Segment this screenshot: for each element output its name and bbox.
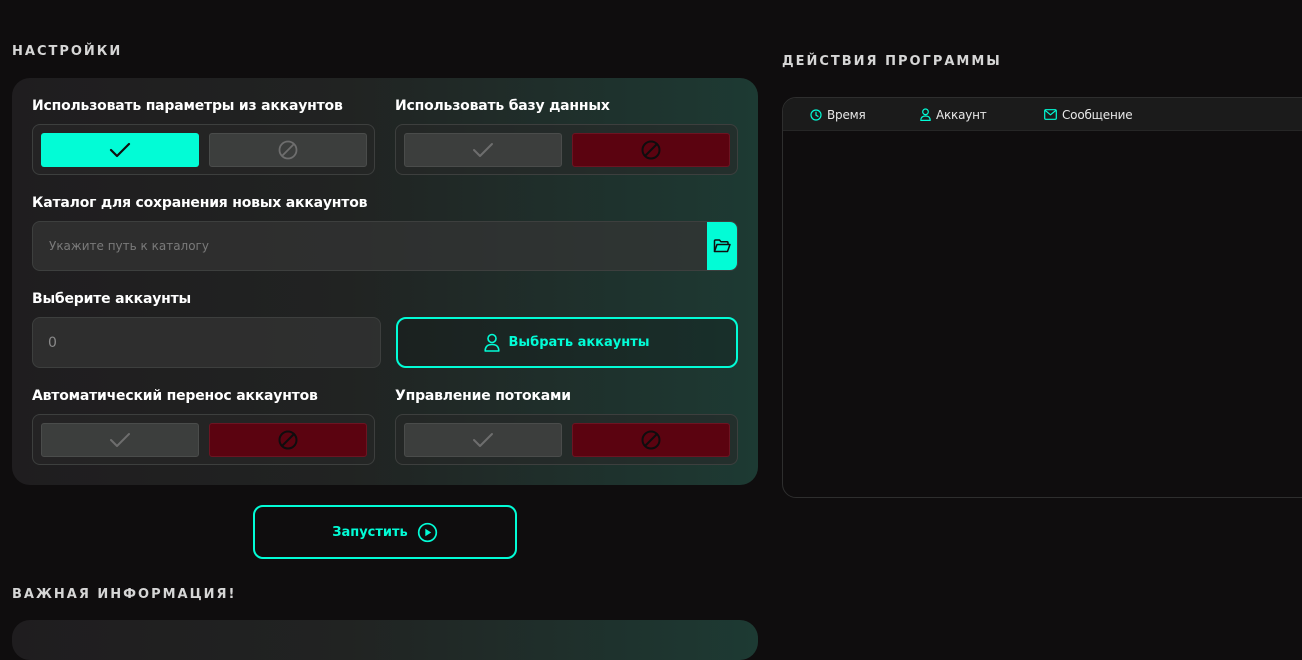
ban-icon [278, 430, 298, 450]
check-icon [109, 142, 131, 158]
save-directory-input[interactable] [33, 222, 709, 270]
settings-title: НАСТРОЙКИ [12, 44, 123, 59]
use-account-params-no-button[interactable] [209, 133, 367, 167]
save-directory-label: Каталог для сохранения новых аккаунтов [32, 195, 368, 211]
clock-icon [810, 108, 822, 121]
auto-transfer-label: Автоматический перенос аккаунтов [32, 388, 318, 404]
thread-control-toggle [395, 414, 738, 465]
important-info-panel [12, 620, 758, 660]
start-button-label: Запустить [332, 524, 408, 540]
log-column-time-label: Время [827, 107, 866, 122]
settings-panel: Использовать параметры из аккаунтов Испо… [12, 78, 758, 485]
thread-control-no-button[interactable] [572, 423, 730, 457]
log-column-account[interactable]: Аккаунт [920, 98, 987, 131]
log-table-header: Время Аккаунт Сообщение [783, 98, 1302, 131]
ban-icon [641, 430, 661, 450]
browse-folder-button[interactable] [707, 222, 737, 270]
play-circle-icon [417, 522, 437, 542]
thread-control-label: Управление потоками [395, 388, 571, 404]
log-column-message[interactable]: Сообщение [1044, 98, 1133, 131]
check-icon [110, 433, 130, 447]
user-icon [484, 333, 501, 352]
check-icon [473, 143, 493, 157]
use-account-params-toggle [32, 124, 375, 175]
save-directory-field [32, 221, 738, 271]
select-accounts-button-label: Выбрать аккаунты [508, 335, 650, 350]
thread-control-yes-button[interactable] [404, 423, 562, 457]
auto-transfer-yes-button[interactable] [41, 423, 199, 457]
start-button[interactable]: Запустить [253, 505, 517, 559]
use-database-label: Использовать базу данных [395, 98, 610, 114]
log-table: Время Аккаунт Сообщение [782, 97, 1302, 498]
auto-transfer-toggle [32, 414, 375, 465]
log-title: ДЕЙСТВИЯ ПРОГРАММЫ [782, 54, 1002, 69]
use-account-params-label: Использовать параметры из аккаунтов [32, 98, 343, 114]
use-database-no-button[interactable] [572, 133, 730, 167]
use-account-params-yes-button[interactable] [41, 133, 199, 167]
log-column-time[interactable]: Время [810, 98, 866, 131]
ban-icon [278, 140, 298, 160]
folder-open-icon [713, 239, 731, 253]
select-accounts-label: Выберите аккаунты [32, 291, 191, 307]
use-database-yes-button[interactable] [404, 133, 562, 167]
important-info-title: ВАЖНАЯ ИНФОРМАЦИЯ! [12, 587, 237, 602]
user-icon [920, 108, 931, 121]
ban-icon [641, 140, 661, 160]
select-accounts-button[interactable]: Выбрать аккаунты [396, 317, 738, 368]
auto-transfer-no-button[interactable] [209, 423, 367, 457]
log-column-message-label: Сообщение [1062, 107, 1133, 122]
selected-accounts-count: 0 [32, 317, 381, 368]
check-icon [473, 433, 493, 447]
use-database-toggle [395, 124, 738, 175]
mail-icon [1044, 109, 1057, 120]
log-column-account-label: Аккаунт [936, 107, 987, 122]
